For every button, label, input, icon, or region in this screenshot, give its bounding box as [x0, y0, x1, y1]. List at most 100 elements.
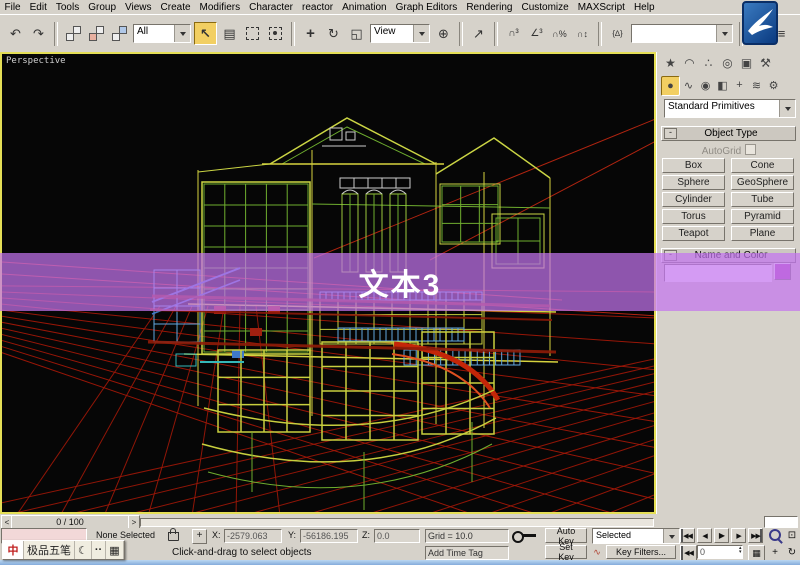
ime-keyboard-icon[interactable] [106, 541, 123, 559]
selection-filter-dropdown[interactable]: All [133, 24, 191, 43]
ime-name[interactable]: 极品五笔 [24, 541, 75, 559]
select-and-link-icon[interactable] [63, 23, 84, 44]
select-by-name-icon[interactable] [219, 23, 240, 44]
shapes-category-icon[interactable]: ∿ [680, 76, 697, 94]
cameras-category-icon[interactable]: ◧ [714, 76, 731, 94]
z-coordinate-field[interactable]: 0.0 [374, 529, 420, 543]
object-type-rollout[interactable]: - Object Type [661, 126, 796, 141]
named-selection-dropdown[interactable] [631, 24, 733, 43]
hierarchy-tab-icon[interactable]: ∴ [699, 54, 718, 72]
absolute-mode-icon[interactable]: + [192, 529, 207, 544]
menu-animation[interactable]: Animation [338, 2, 391, 13]
zoom-icon[interactable] [766, 528, 784, 542]
layer-manager-icon[interactable] [794, 23, 800, 44]
y-coordinate-field[interactable]: -56186.195 [300, 529, 358, 543]
zoom-extents-icon[interactable]: ⊡ [783, 528, 800, 542]
ime-fullhalf-icon[interactable] [75, 541, 92, 559]
systems-category-icon[interactable]: ⚙ [765, 76, 782, 94]
spacewarps-category-icon[interactable]: ≋ [748, 76, 765, 94]
box-button[interactable]: Box [662, 158, 725, 173]
menu-modifiers[interactable]: Modifiers [195, 2, 245, 13]
ime-punctuation-icon[interactable] [92, 541, 106, 559]
modify-tab-icon[interactable]: ◠ [680, 54, 699, 72]
select-and-rotate-icon[interactable] [323, 23, 344, 44]
select-and-move-icon[interactable] [300, 23, 321, 44]
ime-language-indicator[interactable]: 中 [3, 541, 24, 559]
menu-file[interactable]: File [0, 2, 25, 13]
primitives-dropdown[interactable]: Standard Primitives [664, 99, 796, 118]
unlink-selection-icon[interactable] [86, 23, 107, 44]
motion-tab-icon[interactable]: ◎ [718, 54, 737, 72]
rectangular-selection-icon[interactable] [242, 23, 263, 44]
menu-edit[interactable]: Edit [25, 2, 51, 13]
add-time-tag[interactable]: Add Time Tag [425, 546, 509, 560]
bind-to-spacewarp-icon[interactable] [109, 23, 130, 44]
selection-set-dropdown[interactable]: Selected [592, 528, 680, 544]
menu-group[interactable]: Group [84, 2, 121, 13]
pan-icon[interactable]: + [766, 545, 784, 559]
pyramid-button[interactable]: Pyramid [731, 209, 794, 224]
select-object-icon[interactable] [194, 22, 217, 45]
time-slider-handle[interactable]: 0 / 100 [11, 515, 129, 529]
menu-character[interactable]: Character [245, 2, 298, 13]
menu-customize[interactable]: Customize [517, 2, 573, 13]
menu-graph-editors[interactable]: Graph Editors [391, 2, 462, 13]
percent-snap-icon[interactable] [549, 23, 570, 44]
use-center-icon[interactable] [433, 23, 454, 44]
set-keys-icon[interactable] [512, 530, 538, 543]
x-coordinate-field[interactable]: -2579.063 [224, 529, 282, 543]
window-crossing-icon[interactable] [265, 23, 286, 44]
current-frame-field[interactable]: 0 [697, 545, 743, 559]
autogrid-checkbox[interactable] [745, 144, 756, 155]
select-and-manipulate-icon[interactable] [468, 23, 489, 44]
helpers-category-icon[interactable]: + [731, 76, 748, 94]
spinner-snap-icon[interactable] [572, 23, 593, 44]
edit-named-selections-icon[interactable] [607, 23, 628, 44]
menu-maxscript[interactable]: MAXScript [573, 2, 629, 13]
param-curve-icon[interactable] [590, 545, 604, 559]
create-tab-icon[interactable]: ★ [661, 54, 680, 72]
plane-button[interactable]: Plane [731, 226, 794, 241]
slider-next-button[interactable]: > [128, 515, 140, 529]
snap-toggle-icon[interactable] [503, 23, 524, 44]
menu-views[interactable]: Views [121, 2, 157, 13]
teapot-button[interactable]: Teapot [662, 226, 725, 241]
cone-button[interactable]: Cone [731, 158, 794, 173]
key-mode-icon[interactable]: ◀◀ [680, 545, 697, 561]
cylinder-button[interactable]: Cylinder [662, 192, 725, 207]
go-to-start-button[interactable]: ◀◀ [680, 528, 695, 543]
auto-key-button[interactable]: Auto Key [545, 528, 587, 543]
collapse-icon[interactable]: - [664, 128, 677, 139]
undo-icon[interactable] [5, 23, 26, 44]
next-frame-button[interactable]: ▶ [731, 528, 746, 543]
key-filters-button[interactable]: Key Filters... [606, 545, 676, 559]
tube-button[interactable]: Tube [731, 192, 794, 207]
previous-frame-button[interactable]: ◀ [697, 528, 712, 543]
angle-snap-icon[interactable] [526, 23, 547, 44]
play-button[interactable]: ▶ [714, 528, 729, 543]
menu-reactor[interactable]: reactor [298, 2, 338, 13]
menu-tools[interactable]: Tools [51, 2, 83, 13]
frame-spinner[interactable]: ▴▾ [739, 546, 742, 554]
select-and-scale-icon[interactable] [346, 23, 367, 44]
time-configuration-icon[interactable]: ▦ [748, 545, 765, 561]
redo-icon[interactable] [28, 23, 49, 44]
geometry-category-icon[interactable]: ● [661, 76, 680, 96]
sphere-button[interactable]: Sphere [662, 175, 725, 190]
arc-rotate-icon[interactable]: ↻ [783, 545, 800, 559]
display-tab-icon[interactable]: ▣ [737, 54, 756, 72]
menu-help[interactable]: Help [629, 2, 659, 13]
chevron-down-icon[interactable] [174, 25, 190, 42]
geosphere-button[interactable]: GeoSphere [731, 175, 794, 190]
set-key-button[interactable]: Set Key [545, 545, 587, 559]
menu-rendering[interactable]: Rendering [462, 2, 517, 13]
utilities-tab-icon[interactable]: ⚒ [756, 54, 775, 72]
torus-button[interactable]: Torus [662, 209, 725, 224]
viewport-label[interactable]: Perspective [6, 56, 66, 66]
lights-category-icon[interactable]: ◉ [697, 76, 714, 94]
chevron-down-icon[interactable] [779, 100, 795, 117]
chevron-down-icon[interactable] [663, 529, 679, 543]
chevron-down-icon[interactable] [716, 25, 732, 42]
reference-coordinate-dropdown[interactable]: View [370, 24, 430, 43]
menu-create[interactable]: Create [156, 2, 195, 13]
